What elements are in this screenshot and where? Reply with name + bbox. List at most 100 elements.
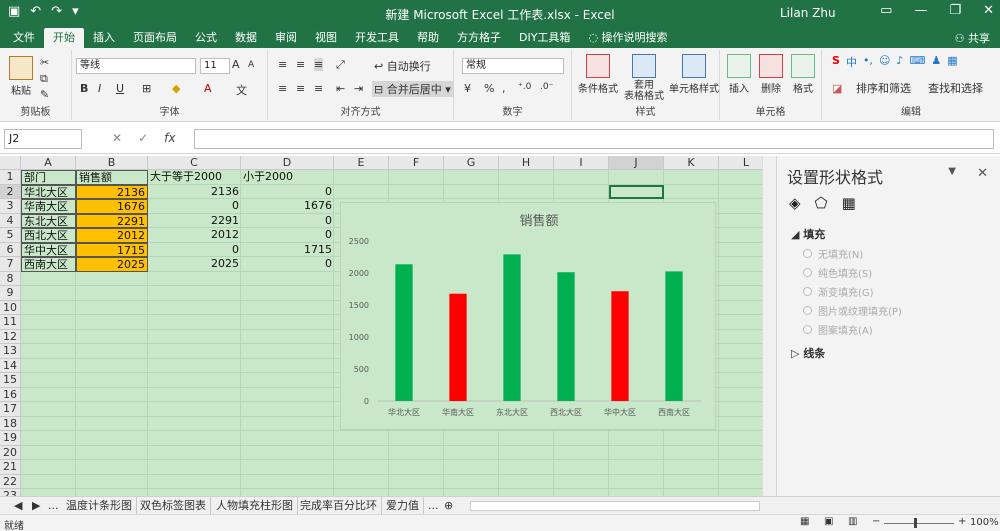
zoom-level[interactable]: 100% (970, 517, 999, 528)
tab-file[interactable]: 文件 (4, 28, 44, 48)
table-cell[interactable]: 1676 (76, 199, 148, 214)
row-header[interactable]: 16 (0, 387, 21, 402)
table-cell[interactable]: 2012 (76, 228, 148, 243)
table-cell[interactable]: 2012 (148, 228, 241, 243)
number-format-select[interactable]: 常规 (462, 58, 564, 74)
wrap-text-button[interactable]: ↩ 自动换行 (374, 58, 431, 74)
row-header[interactable]: 15 (0, 373, 21, 388)
table-cell[interactable]: 1676 (241, 199, 334, 214)
phonetic-icon[interactable]: 文 (236, 82, 247, 98)
sheet-tab-two-color[interactable]: 双色标签图表 (136, 497, 211, 515)
column-header[interactable]: G (444, 156, 499, 170)
cut-icon[interactable]: ✂ (40, 56, 49, 69)
format-painter-icon[interactable]: ✎ (40, 88, 49, 101)
table-cell[interactable]: 0 (241, 228, 334, 243)
tab-insert[interactable]: 插入 (84, 28, 124, 48)
table-cell[interactable]: 0 (148, 243, 241, 258)
row-header[interactable]: 10 (0, 300, 21, 315)
row-header[interactable]: 22 (0, 474, 21, 489)
table-cell[interactable]: 华北大区 (21, 184, 76, 199)
table-cell[interactable]: 0 (241, 257, 334, 272)
enter-icon[interactable]: ✓ (138, 131, 148, 145)
row-header[interactable]: 21 (0, 460, 21, 475)
column-header[interactable]: B (76, 156, 148, 170)
delete-cells-button[interactable]: 删除 (756, 54, 786, 95)
align-left-icon[interactable]: ≡ (278, 82, 287, 95)
column-header[interactable]: E (334, 156, 389, 170)
column-header[interactable]: L (719, 156, 762, 170)
page-layout-icon[interactable]: ▣ (824, 516, 833, 527)
tab-data[interactable]: 数据 (226, 28, 266, 48)
table-cell[interactable]: 东北大区 (21, 213, 76, 228)
decrease-font-icon[interactable]: A (248, 60, 254, 70)
column-header[interactable]: K (664, 156, 719, 170)
formula-input[interactable] (194, 129, 994, 149)
sheet-tab-completion-ring[interactable]: 完成率百分比环 (296, 497, 382, 515)
table-cell[interactable]: 2291 (148, 214, 241, 229)
name-box[interactable]: J2 (4, 129, 82, 149)
fill-option-pattern[interactable]: 图案填充(A) (803, 322, 873, 337)
ribbon-display-icon[interactable]: ▭ (880, 3, 892, 18)
comma-icon[interactable]: , (502, 82, 506, 95)
align-bottom-icon[interactable]: ≡ (314, 58, 324, 71)
tools-icon[interactable]: ▦ (947, 54, 957, 70)
sheet-tab-thermometer[interactable]: 温度计条形图 (62, 497, 137, 515)
tell-me-search[interactable]: ◌ 操作说明搜索 (579, 28, 676, 48)
merge-center-button[interactable]: ⊟ 合并后居中 ▾ (372, 81, 453, 97)
normal-view-icon[interactable]: ▦ (800, 516, 809, 527)
add-sheet-icon[interactable]: ⊕ (440, 497, 457, 515)
skin-icon[interactable]: ♟ (931, 54, 941, 70)
restore-icon[interactable]: ❐ (949, 3, 961, 18)
close-icon[interactable]: ✕ (983, 3, 994, 18)
column-header[interactable]: H (499, 156, 554, 170)
prev-sheet-icon[interactable]: ◀ (10, 497, 26, 515)
fill-option-gradient[interactable]: 渐变填充(G) (803, 284, 874, 299)
cancel-icon[interactable]: ✕ (112, 131, 122, 145)
align-center-icon[interactable]: ≡ (296, 82, 305, 95)
bold-button[interactable]: B (80, 82, 88, 95)
tab-formulas[interactable]: 公式 (186, 28, 226, 48)
align-top-icon[interactable]: ≡ (278, 58, 287, 71)
row-header[interactable]: 12 (0, 329, 21, 344)
row-header[interactable]: 8 (0, 271, 21, 286)
row-header[interactable]: 7 (0, 257, 21, 272)
fill-line-icon[interactable]: ◈ (789, 194, 801, 212)
sogou-icon[interactable]: S (832, 54, 840, 70)
row-header[interactable]: 1 (0, 170, 21, 185)
ime-zh-icon[interactable]: 中 (846, 54, 857, 70)
page-break-icon[interactable]: ▥ (848, 516, 857, 527)
table-cell[interactable]: 西南大区 (21, 257, 76, 272)
table-cell[interactable]: 2025 (76, 257, 148, 272)
table-header-cell[interactable]: 销售额 (76, 170, 148, 185)
table-cell[interactable]: 0 (241, 214, 334, 229)
fill-option-solid[interactable]: 纯色填充(S) (803, 265, 872, 280)
size-properties-icon[interactable]: ▦ (842, 194, 856, 212)
table-cell[interactable]: 0 (148, 199, 241, 214)
tab-help[interactable]: 帮助 (408, 28, 448, 48)
sort-filter-button[interactable]: 排序和筛选 (856, 80, 911, 96)
sheet-tab-love[interactable]: 爱力值 (382, 497, 424, 515)
table-cell[interactable]: 0 (241, 185, 334, 200)
table-header-cell[interactable]: 部门 (21, 170, 76, 185)
table-cell[interactable]: 2136 (76, 184, 148, 199)
row-header[interactable]: 23 (0, 489, 21, 496)
pane-close-icon[interactable]: ✕ (977, 166, 988, 181)
column-header[interactable]: I (554, 156, 609, 170)
increase-decimal-icon[interactable]: ⁺.0 (518, 82, 531, 92)
horizontal-scrollbar[interactable] (470, 501, 760, 511)
smiley-icon[interactable]: ☺ (879, 54, 890, 70)
insert-cells-button[interactable]: 插入 (724, 54, 754, 95)
fill-option-picture[interactable]: 图片或纹理填充(P) (803, 303, 902, 318)
zoom-in-icon[interactable]: + (958, 516, 966, 527)
percent-icon[interactable]: % (484, 82, 494, 95)
tab-diy-toolbox[interactable]: DIY工具箱 (510, 28, 579, 48)
tab-developer[interactable]: 开发工具 (346, 28, 408, 48)
column-header[interactable]: F (389, 156, 444, 170)
cell-styles-button[interactable]: 单元格样式 (668, 54, 720, 95)
select-all-corner[interactable] (0, 156, 21, 170)
border-icon[interactable]: ⊞ (142, 82, 151, 95)
column-header[interactable]: C (148, 156, 241, 170)
orientation-icon[interactable]: ⤢ (336, 58, 345, 72)
zoom-slider-thumb[interactable] (914, 518, 917, 528)
column-header[interactable]: J (609, 156, 664, 170)
